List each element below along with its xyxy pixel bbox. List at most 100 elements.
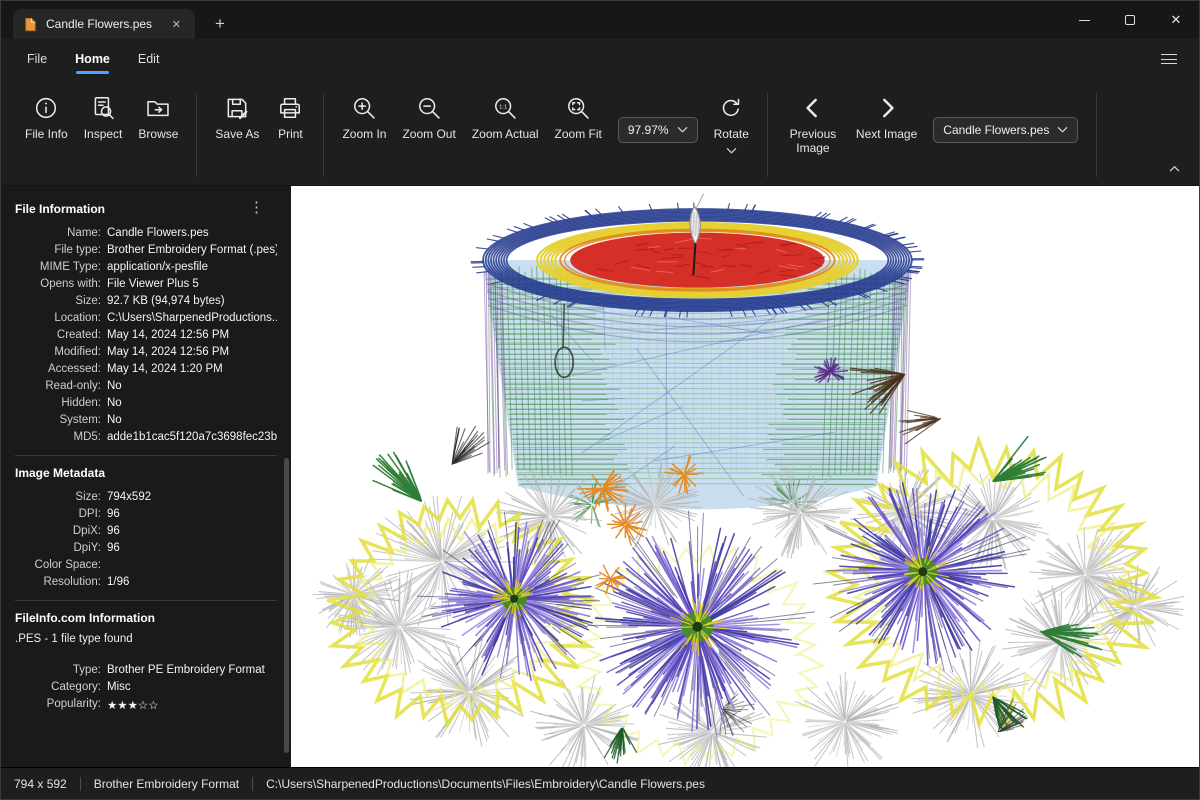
menubar: File Home Edit	[1, 39, 1199, 79]
zoom-actual-icon: 1:1	[492, 95, 518, 121]
sidebar-scrollbar-thumb[interactable]	[284, 458, 289, 753]
info-label: DPI:	[15, 508, 101, 520]
toolbar: File Info Inspect Browse Save As Print	[1, 79, 1199, 186]
info-sidebar: ⋮ File Information Name: Candle Flowers.…	[1, 186, 291, 767]
chevron-down-icon	[726, 147, 737, 155]
info-label: DpiY:	[15, 542, 101, 554]
info-value: Brother Embroidery Format (.pes)	[107, 244, 277, 256]
button-label: Zoom Fit	[555, 127, 602, 141]
info-row: Resolution: 1/96	[15, 573, 277, 590]
info-label: System:	[15, 414, 101, 426]
kebab-menu-icon[interactable]: ⋮	[244, 198, 269, 217]
button-label: Rotate	[714, 127, 749, 141]
zoom-level-select[interactable]: 97.97%	[618, 117, 698, 143]
section-title-fileinfo: FileInfo.com Information	[15, 611, 277, 625]
new-tab-button[interactable]: +	[209, 14, 231, 34]
info-row: Name: Candle Flowers.pes	[15, 224, 277, 241]
info-value: 92.7 KB (94,974 bytes)	[107, 295, 277, 307]
button-label: Previous Image	[786, 127, 840, 156]
chevron-down-icon	[1057, 126, 1068, 134]
info-value: adde1b1cac5f120a7c3698fec23b...	[107, 431, 277, 443]
info-value: May 14, 2024 1:20 PM	[107, 363, 277, 375]
rotate-button[interactable]: Rotate	[706, 85, 757, 161]
collapse-ribbon-button[interactable]	[1166, 159, 1183, 179]
hamburger-menu-icon[interactable]	[1157, 50, 1181, 68]
rotate-icon	[718, 95, 744, 121]
info-label: Opens with:	[15, 278, 101, 290]
button-label: Zoom Actual	[472, 127, 539, 141]
print-button[interactable]: Print	[267, 85, 313, 147]
info-value: File Viewer Plus 5	[107, 278, 277, 290]
content-area: ⋮ File Information Name: Candle Flowers.…	[1, 186, 1199, 767]
menu-home[interactable]: Home	[75, 39, 110, 79]
info-icon	[33, 95, 59, 121]
fileinfo-rows: Type: Brother PE Embroidery Format Categ…	[15, 661, 277, 714]
info-row: Created: May 14, 2024 12:56 PM	[15, 326, 277, 343]
info-row: Size: 92.7 KB (94,974 bytes)	[15, 292, 277, 309]
status-separator	[80, 777, 81, 791]
button-label: Zoom Out	[402, 127, 455, 141]
save-as-button[interactable]: Save As	[207, 85, 267, 147]
next-image-button[interactable]: Next Image	[848, 85, 925, 147]
tab-close-icon[interactable]: ✕	[168, 16, 185, 33]
minimize-icon	[1079, 20, 1090, 21]
toolbar-separator	[1096, 93, 1097, 177]
info-label: Category:	[15, 681, 101, 693]
zoom-fit-button[interactable]: Zoom Fit	[547, 85, 610, 147]
minimize-button[interactable]	[1061, 1, 1107, 39]
info-value: 1/96	[107, 576, 277, 588]
svg-text:1:1: 1:1	[499, 104, 507, 110]
previous-image-button[interactable]: Previous Image	[778, 85, 848, 162]
info-label: Created:	[15, 329, 101, 341]
zoom-in-icon	[351, 95, 377, 121]
info-label: Read-only:	[15, 380, 101, 392]
file-selector-dropdown[interactable]: Candle Flowers.pes	[933, 117, 1078, 143]
window-controls: ✕	[1061, 1, 1199, 39]
titlebar: Candle Flowers.pes ✕ + ✕	[1, 1, 1199, 39]
info-row: DPI: 96	[15, 505, 277, 522]
zoom-actual-button[interactable]: 1:1 Zoom Actual	[464, 85, 547, 147]
statusbar: 794 x 592 Brother Embroidery Format C:\U…	[1, 767, 1199, 799]
status-dimensions: 794 x 592	[14, 777, 67, 791]
zoom-in-button[interactable]: Zoom In	[334, 85, 394, 147]
info-label: Popularity:	[15, 698, 101, 712]
menu-edit[interactable]: Edit	[138, 39, 160, 79]
info-label: Resolution:	[15, 576, 101, 588]
info-row: Color Space:	[15, 556, 277, 573]
maximize-button[interactable]	[1107, 1, 1153, 39]
info-value: May 14, 2024 12:56 PM	[107, 346, 277, 358]
button-label: Save As	[215, 127, 259, 141]
document-tab[interactable]: Candle Flowers.pes ✕	[13, 9, 195, 39]
info-label: Type:	[15, 664, 101, 676]
info-value: No	[107, 414, 277, 426]
info-value: ★★★☆☆	[107, 698, 277, 712]
info-value: 794x592	[107, 491, 277, 503]
toolbar-group-output: Save As Print	[199, 85, 321, 147]
button-label: Inspect	[84, 127, 123, 141]
section-title-image-metadata: Image Metadata	[15, 466, 277, 480]
image-metadata-rows: Size: 794x592 DPI: 96 DpiX: 96	[15, 488, 277, 590]
save-icon	[224, 95, 250, 121]
info-row: Location: C:\Users\SharpenedProductions.…	[15, 309, 277, 326]
info-label: File type:	[15, 244, 101, 256]
info-row: Hidden: No	[15, 394, 277, 411]
inspect-button[interactable]: Inspect	[76, 85, 131, 147]
info-row: System: No	[15, 411, 277, 428]
info-row: MIME Type: application/x-pesfile	[15, 258, 277, 275]
close-button[interactable]: ✕	[1153, 1, 1199, 39]
chevron-right-icon	[874, 95, 900, 121]
zoom-out-button[interactable]: Zoom Out	[394, 85, 463, 147]
info-value: Brother PE Embroidery Format	[107, 664, 277, 676]
menu-file[interactable]: File	[27, 39, 47, 79]
info-value: Misc	[107, 681, 277, 693]
file-selector-value: Candle Flowers.pes	[943, 123, 1049, 137]
image-viewport[interactable]	[291, 186, 1199, 767]
status-format: Brother Embroidery Format	[94, 777, 239, 791]
file-info-button[interactable]: File Info	[17, 85, 76, 147]
info-label: MD5:	[15, 431, 101, 443]
info-label: Location:	[15, 312, 101, 324]
info-value: Candle Flowers.pes	[107, 227, 277, 239]
browse-button[interactable]: Browse	[130, 85, 186, 147]
info-row: DpiY: 96	[15, 539, 277, 556]
maximize-icon	[1125, 15, 1135, 25]
